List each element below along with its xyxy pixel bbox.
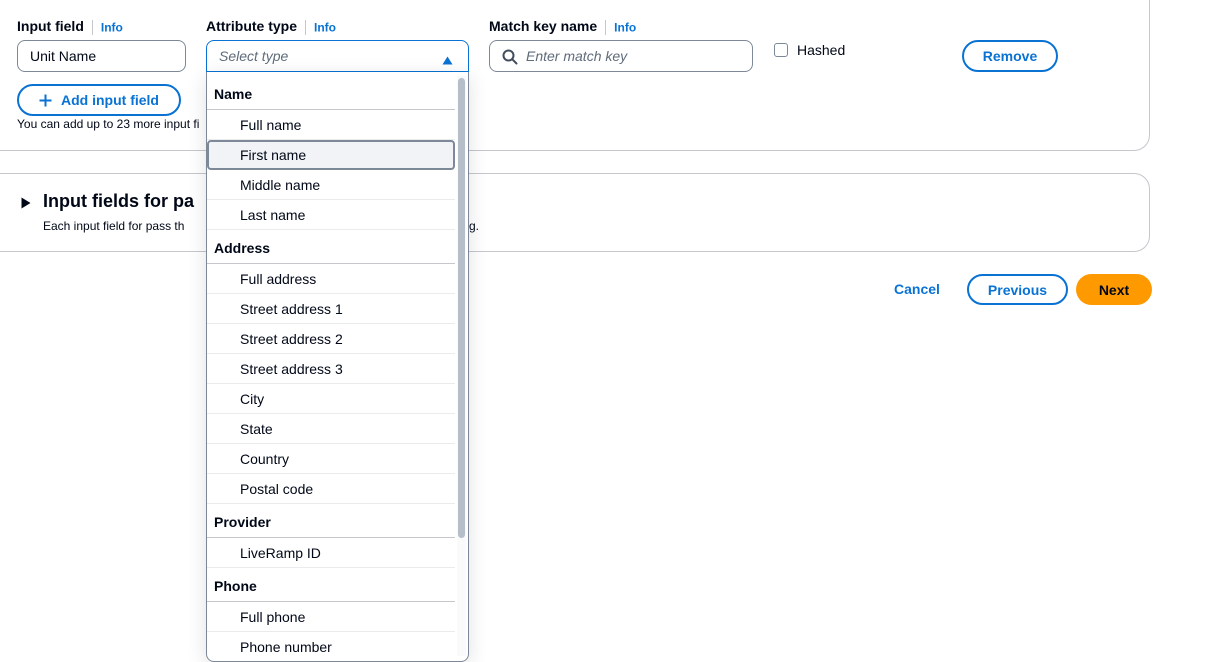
dropdown-option-full-name[interactable]: Full name <box>207 110 455 140</box>
add-input-field-button[interactable]: Add input field <box>17 84 181 116</box>
match-key-label: Match key name Info <box>489 18 637 35</box>
hashed-checkbox[interactable] <box>774 43 788 57</box>
search-icon <box>502 49 518 68</box>
attribute-type-placeholder: Select type <box>219 48 289 64</box>
input-field-value: Unit Name <box>30 48 97 64</box>
attribute-type-label: Attribute type Info <box>206 18 336 35</box>
attribute-type-info-link[interactable]: Info <box>314 20 336 34</box>
dropdown-scrollbar[interactable] <box>457 76 466 656</box>
dropdown-option-full-address[interactable]: Full address <box>207 264 455 294</box>
input-field-label: Input field Info <box>17 18 123 35</box>
dropdown-scroll-thumb[interactable] <box>458 78 465 538</box>
section-title[interactable]: Input fields for pa <box>43 191 194 212</box>
dropdown-option-street-address-1[interactable]: Street address 1 <box>207 294 455 324</box>
caret-right-icon[interactable] <box>21 196 31 214</box>
input-fields-pass-card <box>0 173 1150 252</box>
attribute-type-select[interactable]: Select type <box>206 40 469 72</box>
cancel-button[interactable]: Cancel <box>894 281 940 297</box>
match-key-placeholder: Enter match key <box>526 48 628 64</box>
dropdown-option-first-name[interactable]: First name <box>207 140 455 170</box>
input-field-input[interactable]: Unit Name <box>17 40 186 72</box>
dropdown-group-address: Address <box>207 230 455 264</box>
match-key-input[interactable]: Enter match key <box>489 40 753 72</box>
dropdown-option-middle-name[interactable]: Middle name <box>207 170 455 200</box>
dropdown-option-full-phone[interactable]: Full phone <box>207 602 455 632</box>
section-description-tail: g. <box>469 219 480 233</box>
dropdown-group-phone: Phone <box>207 568 455 602</box>
dropdown-option-last-name[interactable]: Last name <box>207 200 455 230</box>
dropdown-options: Name Full name First name Middle name Last n… <box>207 76 455 661</box>
previous-button[interactable]: Previous <box>967 274 1068 305</box>
hashed-label: Hashed <box>797 42 846 58</box>
section-description: Each input field for pass th <box>43 219 185 233</box>
dropdown-group-provider: Provider <box>207 504 455 538</box>
dropdown-option-postal-code[interactable]: Postal code <box>207 474 455 504</box>
dropdown-option-street-address-2[interactable]: Street address 2 <box>207 324 455 354</box>
caret-up-icon <box>442 52 453 68</box>
match-key-info-link[interactable]: Info <box>614 20 636 34</box>
plus-icon <box>39 94 52 107</box>
dropdown-option-state[interactable]: State <box>207 414 455 444</box>
add-input-field-help: You can add up to 23 more input fi <box>17 117 200 131</box>
dropdown-option-liveramp-id[interactable]: LiveRamp ID <box>207 538 455 568</box>
dropdown-option-phone-number[interactable]: Phone number <box>207 632 455 661</box>
add-input-field-label: Add input field <box>61 92 159 108</box>
input-field-info-link[interactable]: Info <box>101 20 123 34</box>
next-button[interactable]: Next <box>1076 274 1152 305</box>
attribute-type-dropdown[interactable]: Name Full name First name Middle name Last n… <box>206 72 469 662</box>
dropdown-option-city[interactable]: City <box>207 384 455 414</box>
dropdown-option-country[interactable]: Country <box>207 444 455 474</box>
remove-button[interactable]: Remove <box>962 40 1058 72</box>
dropdown-option-street-address-3[interactable]: Street address 3 <box>207 354 455 384</box>
dropdown-group-name: Name <box>207 76 455 110</box>
